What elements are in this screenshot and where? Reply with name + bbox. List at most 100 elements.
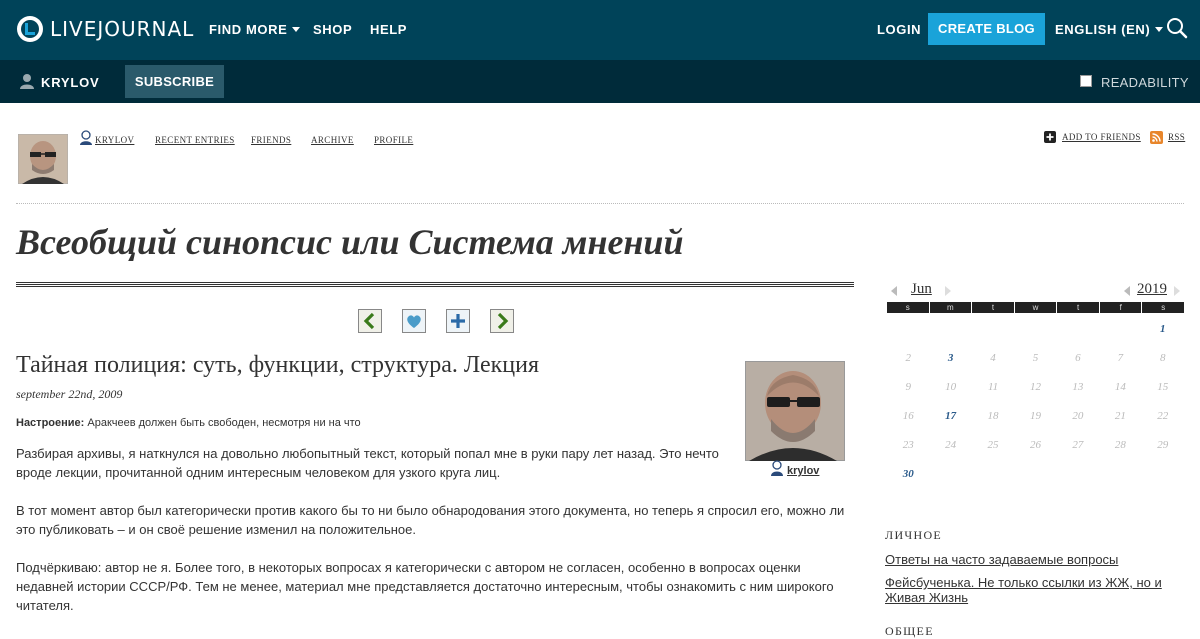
prev-entry-icon[interactable] bbox=[358, 309, 382, 333]
login-link[interactable]: LOGIN bbox=[877, 22, 921, 37]
calendar-weekday: f bbox=[1099, 302, 1142, 313]
entry-paragraph: Подчёркиваю: автор не я. Более того, в н… bbox=[16, 560, 834, 613]
add-to-tags-icon[interactable] bbox=[446, 309, 470, 333]
sidebar-link-facebook[interactable]: Фейсбученька. Не только ссылки из ЖЖ, но… bbox=[885, 575, 1185, 605]
shop-link[interactable]: SHOP bbox=[313, 22, 352, 37]
add-friend-icon bbox=[1044, 131, 1056, 143]
calendar-week-row: 1 bbox=[887, 320, 1184, 349]
calendar-weekday: s bbox=[887, 302, 929, 313]
calendar-day: 23 bbox=[902, 439, 914, 451]
user-icon bbox=[20, 74, 34, 89]
entry-date[interactable]: september 22nd, 2009 bbox=[16, 387, 122, 402]
calendar-day: 29 bbox=[1157, 439, 1169, 451]
sidebar-heading-general: ОБЩЕЕ bbox=[885, 624, 934, 638]
create-blog-button[interactable]: CREATE BLOG bbox=[928, 13, 1045, 45]
calendar-empty-cell bbox=[1057, 320, 1099, 349]
calendar-year[interactable]: 2019 bbox=[1137, 281, 1167, 298]
calendar-weekday: w bbox=[1014, 302, 1057, 313]
entry-userpic[interactable] bbox=[745, 361, 845, 461]
calendar-day: 26 bbox=[1029, 439, 1041, 451]
mood-label: Настроение: bbox=[16, 417, 85, 429]
calendar-day: 25 bbox=[987, 439, 999, 451]
calendar-empty-cell bbox=[1099, 465, 1141, 494]
find-more-label: FIND MORE bbox=[209, 22, 288, 37]
calendar-day: 19 bbox=[1029, 410, 1041, 422]
calendar-day: 7 bbox=[1117, 352, 1124, 364]
calendar-day: 13 bbox=[1072, 381, 1084, 393]
calendar-day: 16 bbox=[902, 410, 914, 422]
calendar-day: 18 bbox=[987, 410, 999, 422]
calendar-empty-cell bbox=[887, 320, 929, 349]
memories-icon[interactable] bbox=[402, 309, 426, 333]
calendar-day: 22 bbox=[1157, 410, 1169, 422]
language-label: ENGLISH (EN) bbox=[1055, 22, 1151, 37]
calendar-empty-cell bbox=[929, 320, 971, 349]
calendar-day[interactable]: 1 bbox=[1142, 320, 1184, 349]
calendar-day: 21 bbox=[1114, 410, 1126, 422]
header-divider bbox=[16, 203, 1184, 204]
journal-nav-recent-entries[interactable]: RECENT ENTRIES bbox=[155, 135, 235, 145]
calendar-day: 24 bbox=[945, 439, 957, 451]
find-more-menu[interactable]: FIND MORE bbox=[209, 22, 301, 37]
calendar-empty-cell bbox=[1014, 465, 1056, 494]
calendar-day: 2 bbox=[905, 352, 911, 364]
search-icon[interactable] bbox=[1166, 17, 1188, 39]
calendar-weekday: s bbox=[1142, 302, 1185, 313]
calendar-day: 4 bbox=[990, 352, 996, 364]
readability-checkbox[interactable] bbox=[1080, 75, 1092, 87]
calendar-empty-cell bbox=[972, 320, 1014, 349]
mood-value: Аракчеев должен быть свободен, несмотря … bbox=[87, 417, 361, 429]
subscribe-button[interactable]: SUBSCRIBE bbox=[125, 65, 224, 98]
entry-title[interactable]: Тайная полиция: суть, функции, структура… bbox=[16, 352, 539, 379]
calendar-empty-cell bbox=[1014, 320, 1056, 349]
journal-userpic[interactable] bbox=[18, 134, 68, 184]
entry-paragraph: Разбирая архивы, я наткнулся на довольно… bbox=[16, 446, 719, 480]
calendar-day[interactable]: 30 bbox=[887, 465, 929, 494]
calendar-day[interactable]: 3 bbox=[929, 349, 971, 378]
calendar-month[interactable]: Jun bbox=[911, 281, 932, 298]
chevron-down-icon bbox=[292, 27, 301, 32]
calendar-weekday-header: smtwtfs bbox=[887, 302, 1185, 313]
calendar-day: 20 bbox=[1072, 410, 1084, 422]
journal-nav-profile[interactable]: PROFILE bbox=[374, 135, 413, 145]
livejournal-logo[interactable]: LIVEJOURNAL bbox=[16, 15, 194, 43]
readability-label[interactable]: READABILITY bbox=[1101, 75, 1189, 90]
calendar-weekday: t bbox=[1057, 302, 1099, 313]
calendar-weekday: m bbox=[929, 302, 972, 313]
sidebar-heading-personal: ЛИЧНОЕ bbox=[885, 528, 943, 542]
next-month-icon[interactable] bbox=[945, 286, 951, 296]
calendar-empty-cell bbox=[1099, 320, 1141, 349]
calendar-day[interactable]: 17 bbox=[929, 407, 971, 436]
prev-month-icon[interactable] bbox=[891, 286, 897, 296]
next-entry-icon[interactable] bbox=[490, 309, 514, 333]
add-to-friends-link[interactable]: ADD TO FRIENDS bbox=[1062, 132, 1141, 142]
journal-nav-archive[interactable]: ARCHIVE bbox=[311, 135, 354, 145]
calendar-week-row: 16 17 18 19 20 21 22 bbox=[887, 407, 1184, 436]
calendar-empty-cell bbox=[1142, 465, 1184, 494]
calendar-day: 5 bbox=[1032, 352, 1039, 364]
entry-mood: Настроение: Аракчеев должен быть свободе… bbox=[16, 417, 361, 429]
calendar-day: 9 bbox=[905, 381, 911, 393]
journal-nav-user[interactable]: KRYLOV bbox=[95, 135, 134, 145]
journal-nav-friends[interactable]: FRIENDS bbox=[251, 135, 291, 145]
livejournal-logo-icon bbox=[17, 16, 43, 42]
prev-year-icon[interactable] bbox=[1124, 286, 1130, 296]
rss-icon bbox=[1150, 131, 1163, 144]
calendar-empty-cell bbox=[972, 465, 1014, 494]
calendar-week-row: 2 3 4 5 6 7 8 bbox=[887, 349, 1184, 378]
journal-username-link[interactable]: KRYLOV bbox=[41, 75, 100, 90]
calendar-weekday: t bbox=[972, 302, 1014, 313]
user-icon bbox=[771, 460, 783, 476]
rss-link[interactable]: RSS bbox=[1168, 132, 1185, 142]
chevron-down-icon bbox=[1155, 27, 1164, 32]
next-year-icon[interactable] bbox=[1174, 286, 1180, 296]
calendar-day: 12 bbox=[1029, 381, 1041, 393]
journal-title[interactable]: Всеобщий синопсис или Система мнений bbox=[16, 221, 683, 263]
title-divider bbox=[16, 282, 854, 288]
language-selector[interactable]: ENGLISH (EN) bbox=[1055, 22, 1164, 37]
sidebar-link-faq[interactable]: Ответы на часто задаваемые вопросы bbox=[885, 552, 1185, 567]
help-link[interactable]: HELP bbox=[370, 22, 407, 37]
calendar-empty-cell bbox=[1057, 465, 1099, 494]
entry-poster-link[interactable]: krylov bbox=[787, 465, 819, 477]
calendar-day: 8 bbox=[1159, 352, 1166, 364]
